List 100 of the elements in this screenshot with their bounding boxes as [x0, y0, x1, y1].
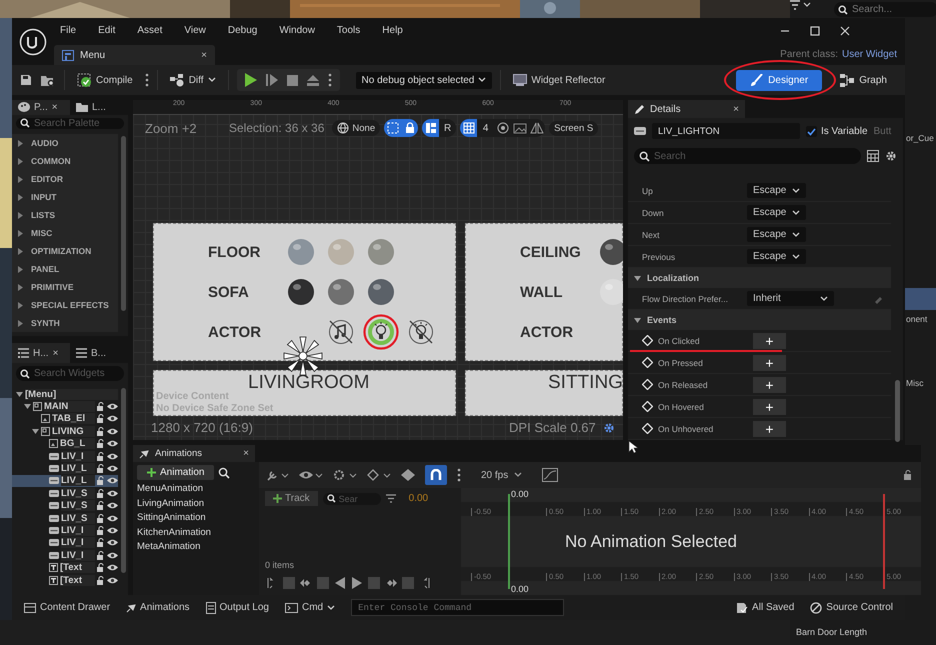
lock-icon[interactable] [97, 550, 105, 560]
gear-icon[interactable] [333, 469, 357, 481]
widget-reflector-button[interactable]: Widget Reflector [509, 71, 610, 89]
menu-title[interactable]: View [184, 25, 206, 36]
caret-icon[interactable] [17, 140, 24, 146]
eye-icon[interactable] [107, 428, 118, 435]
hierarchy-item[interactable]: TAB_El [12, 412, 118, 426]
palette-category[interactable]: OPTIMIZATION [12, 242, 118, 260]
caret-icon[interactable] [17, 230, 24, 236]
section-header[interactable]: Localization [628, 268, 891, 288]
lock-icon[interactable] [97, 414, 105, 424]
chevron-down-icon[interactable] [792, 188, 800, 194]
caret-icon[interactable] [634, 274, 641, 282]
add-event-button[interactable]: + [753, 420, 786, 436]
menu-title[interactable]: Debug [228, 25, 258, 36]
docked-tab[interactable]: B... [70, 343, 128, 363]
animation-item[interactable]: MenuAnimation [137, 483, 255, 498]
output-log-button[interactable]: Output Log [200, 600, 275, 616]
play-icon[interactable] [350, 576, 364, 590]
eye-icon[interactable] [107, 539, 118, 546]
docked-tab[interactable]: L... [70, 100, 128, 115]
hierarchy-item[interactable]: LIV_S [12, 512, 118, 524]
caret-icon[interactable] [17, 176, 24, 182]
menu-title[interactable]: File [60, 25, 76, 36]
keyframe-icon[interactable] [401, 469, 415, 481]
hierarchy-item[interactable]: LIV_I [12, 450, 118, 462]
chevron-down-icon[interactable] [514, 472, 522, 478]
animations-button[interactable]: Animations [120, 600, 196, 615]
eye-icon[interactable] [107, 477, 118, 484]
space-toggle[interactable]: None [332, 120, 380, 136]
menu-title[interactable]: Help [382, 25, 403, 36]
hierarchy-item[interactable]: BG_L [12, 438, 118, 450]
palette-category[interactable]: MISC [12, 224, 118, 242]
curve-editor-icon[interactable] [542, 468, 558, 482]
caret-icon[interactable] [17, 158, 24, 164]
screen-size-dropdown[interactable]: Screen S [549, 120, 598, 136]
menu-title[interactable]: Edit [98, 25, 116, 36]
hierarchy-item[interactable]: LIV_L [12, 474, 118, 488]
caret-icon[interactable] [17, 320, 24, 326]
compile-button[interactable]: Compile [73, 70, 137, 90]
add-animation-button[interactable]: Animation [137, 465, 214, 480]
navigation-dropdown[interactable]: Escape [747, 249, 806, 264]
add-event-button[interactable]: + [753, 354, 786, 370]
search-field[interactable]: Search... [834, 2, 936, 17]
palette-category[interactable]: SYNTH [12, 314, 118, 332]
eye-icon[interactable] [299, 469, 323, 481]
caret-icon[interactable] [24, 403, 31, 410]
hierarchy-item[interactable]: LIVING [12, 425, 118, 438]
docked-tab[interactable]: Details × [628, 100, 745, 118]
diff-button[interactable]: Diff [166, 70, 220, 90]
animation-item[interactable]: KitchenAnimation [137, 526, 255, 541]
add-event-button[interactable]: + [753, 376, 786, 392]
section-header[interactable]: Events [628, 310, 891, 330]
graph-mode-button[interactable]: Graph [830, 70, 897, 90]
animation-item[interactable]: SittingAnimation [137, 512, 255, 526]
lock-icon[interactable] [97, 476, 105, 486]
chevron-down-icon[interactable] [792, 254, 800, 260]
step-icon[interactable] [266, 74, 278, 86]
eye-icon[interactable] [107, 415, 118, 422]
add-event-button[interactable]: + [753, 332, 786, 348]
palette-category[interactable]: SPECIAL EFFECTS [12, 296, 118, 314]
hierarchy-item[interactable]: LIV_S [12, 487, 118, 500]
material-swatch[interactable] [328, 279, 354, 305]
caret-icon[interactable] [17, 194, 24, 200]
settings-icon[interactable] [885, 150, 897, 162]
navigation-dropdown[interactable]: Escape [747, 227, 806, 242]
chevron-down-icon[interactable] [327, 604, 336, 610]
docked-tab[interactable]: Animations × [133, 445, 255, 462]
palette-category[interactable]: COMMON [12, 152, 118, 170]
hierarchy-item[interactable]: LIV_I [12, 536, 118, 550]
filter-icon[interactable] [790, 0, 812, 10]
is-variable-checkbox[interactable]: Is Variable [806, 126, 868, 136]
lock-icon[interactable] [97, 402, 105, 412]
material-swatch[interactable] [600, 279, 623, 305]
lock-icon[interactable] [97, 563, 105, 572]
menu-title[interactable]: Tools [336, 25, 360, 36]
palette-category[interactable]: PRIMITIVE [12, 278, 118, 296]
hierarchy-item[interactable]: LIV_I [12, 549, 118, 562]
eye-icon[interactable] [107, 490, 118, 497]
chevron-down-icon[interactable] [792, 210, 800, 216]
source-control-button[interactable]: Source Control [804, 600, 899, 616]
eye-icon[interactable] [107, 552, 118, 559]
close-icon[interactable] [840, 26, 850, 36]
lock-icon[interactable] [97, 576, 105, 585]
maximize-icon[interactable] [810, 26, 820, 36]
chevron-down-icon[interactable] [820, 296, 828, 302]
table-icon[interactable] [867, 150, 879, 162]
eye-icon[interactable] [107, 564, 118, 572]
eye-icon[interactable] [107, 465, 118, 472]
layout-toggle[interactable] [422, 119, 440, 137]
eye-icon[interactable] [107, 403, 118, 410]
eye-icon[interactable] [107, 452, 118, 460]
magnet-toggle[interactable] [425, 465, 447, 485]
docked-tab[interactable]: P... × [12, 100, 70, 115]
material-swatch[interactable] [288, 239, 314, 265]
eye-icon[interactable] [107, 576, 118, 584]
lock-icon[interactable] [97, 501, 105, 510]
lock-icon[interactable] [97, 452, 105, 461]
caret-icon[interactable] [17, 284, 24, 290]
material-swatch[interactable] [328, 239, 354, 265]
